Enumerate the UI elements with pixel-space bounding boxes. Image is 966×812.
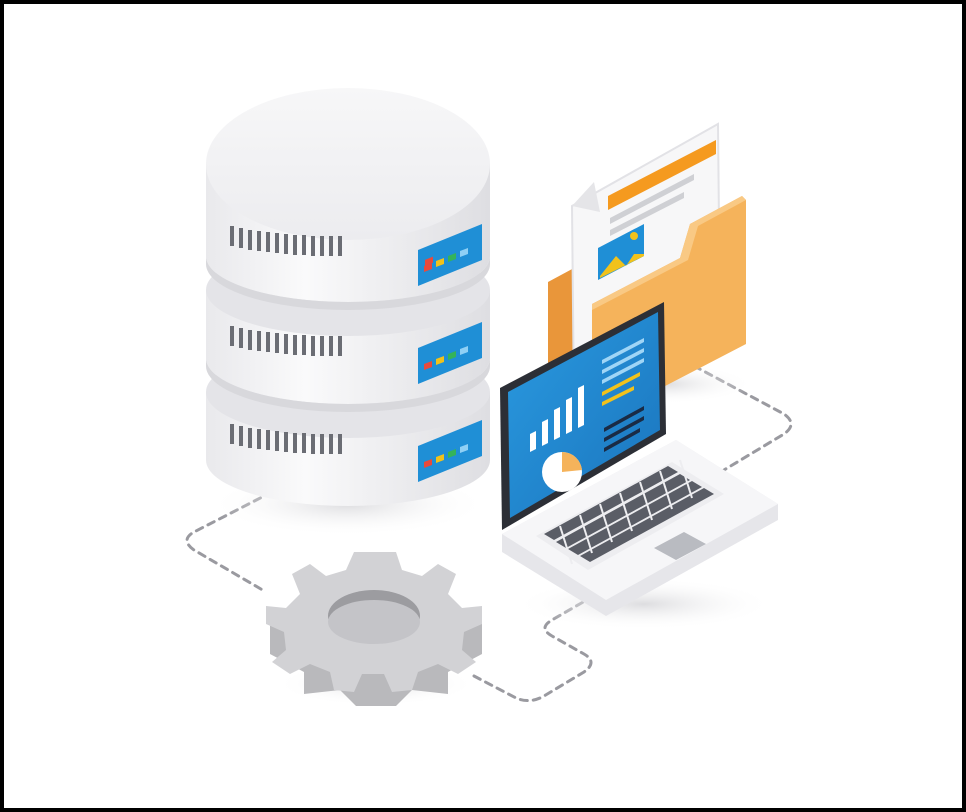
data-management-illustration — [185, 88, 793, 706]
database-server-icon — [206, 88, 490, 536]
image-frame — [4, 4, 962, 808]
laptop-dashboard-icon — [500, 302, 778, 630]
gear-icon — [266, 552, 482, 706]
